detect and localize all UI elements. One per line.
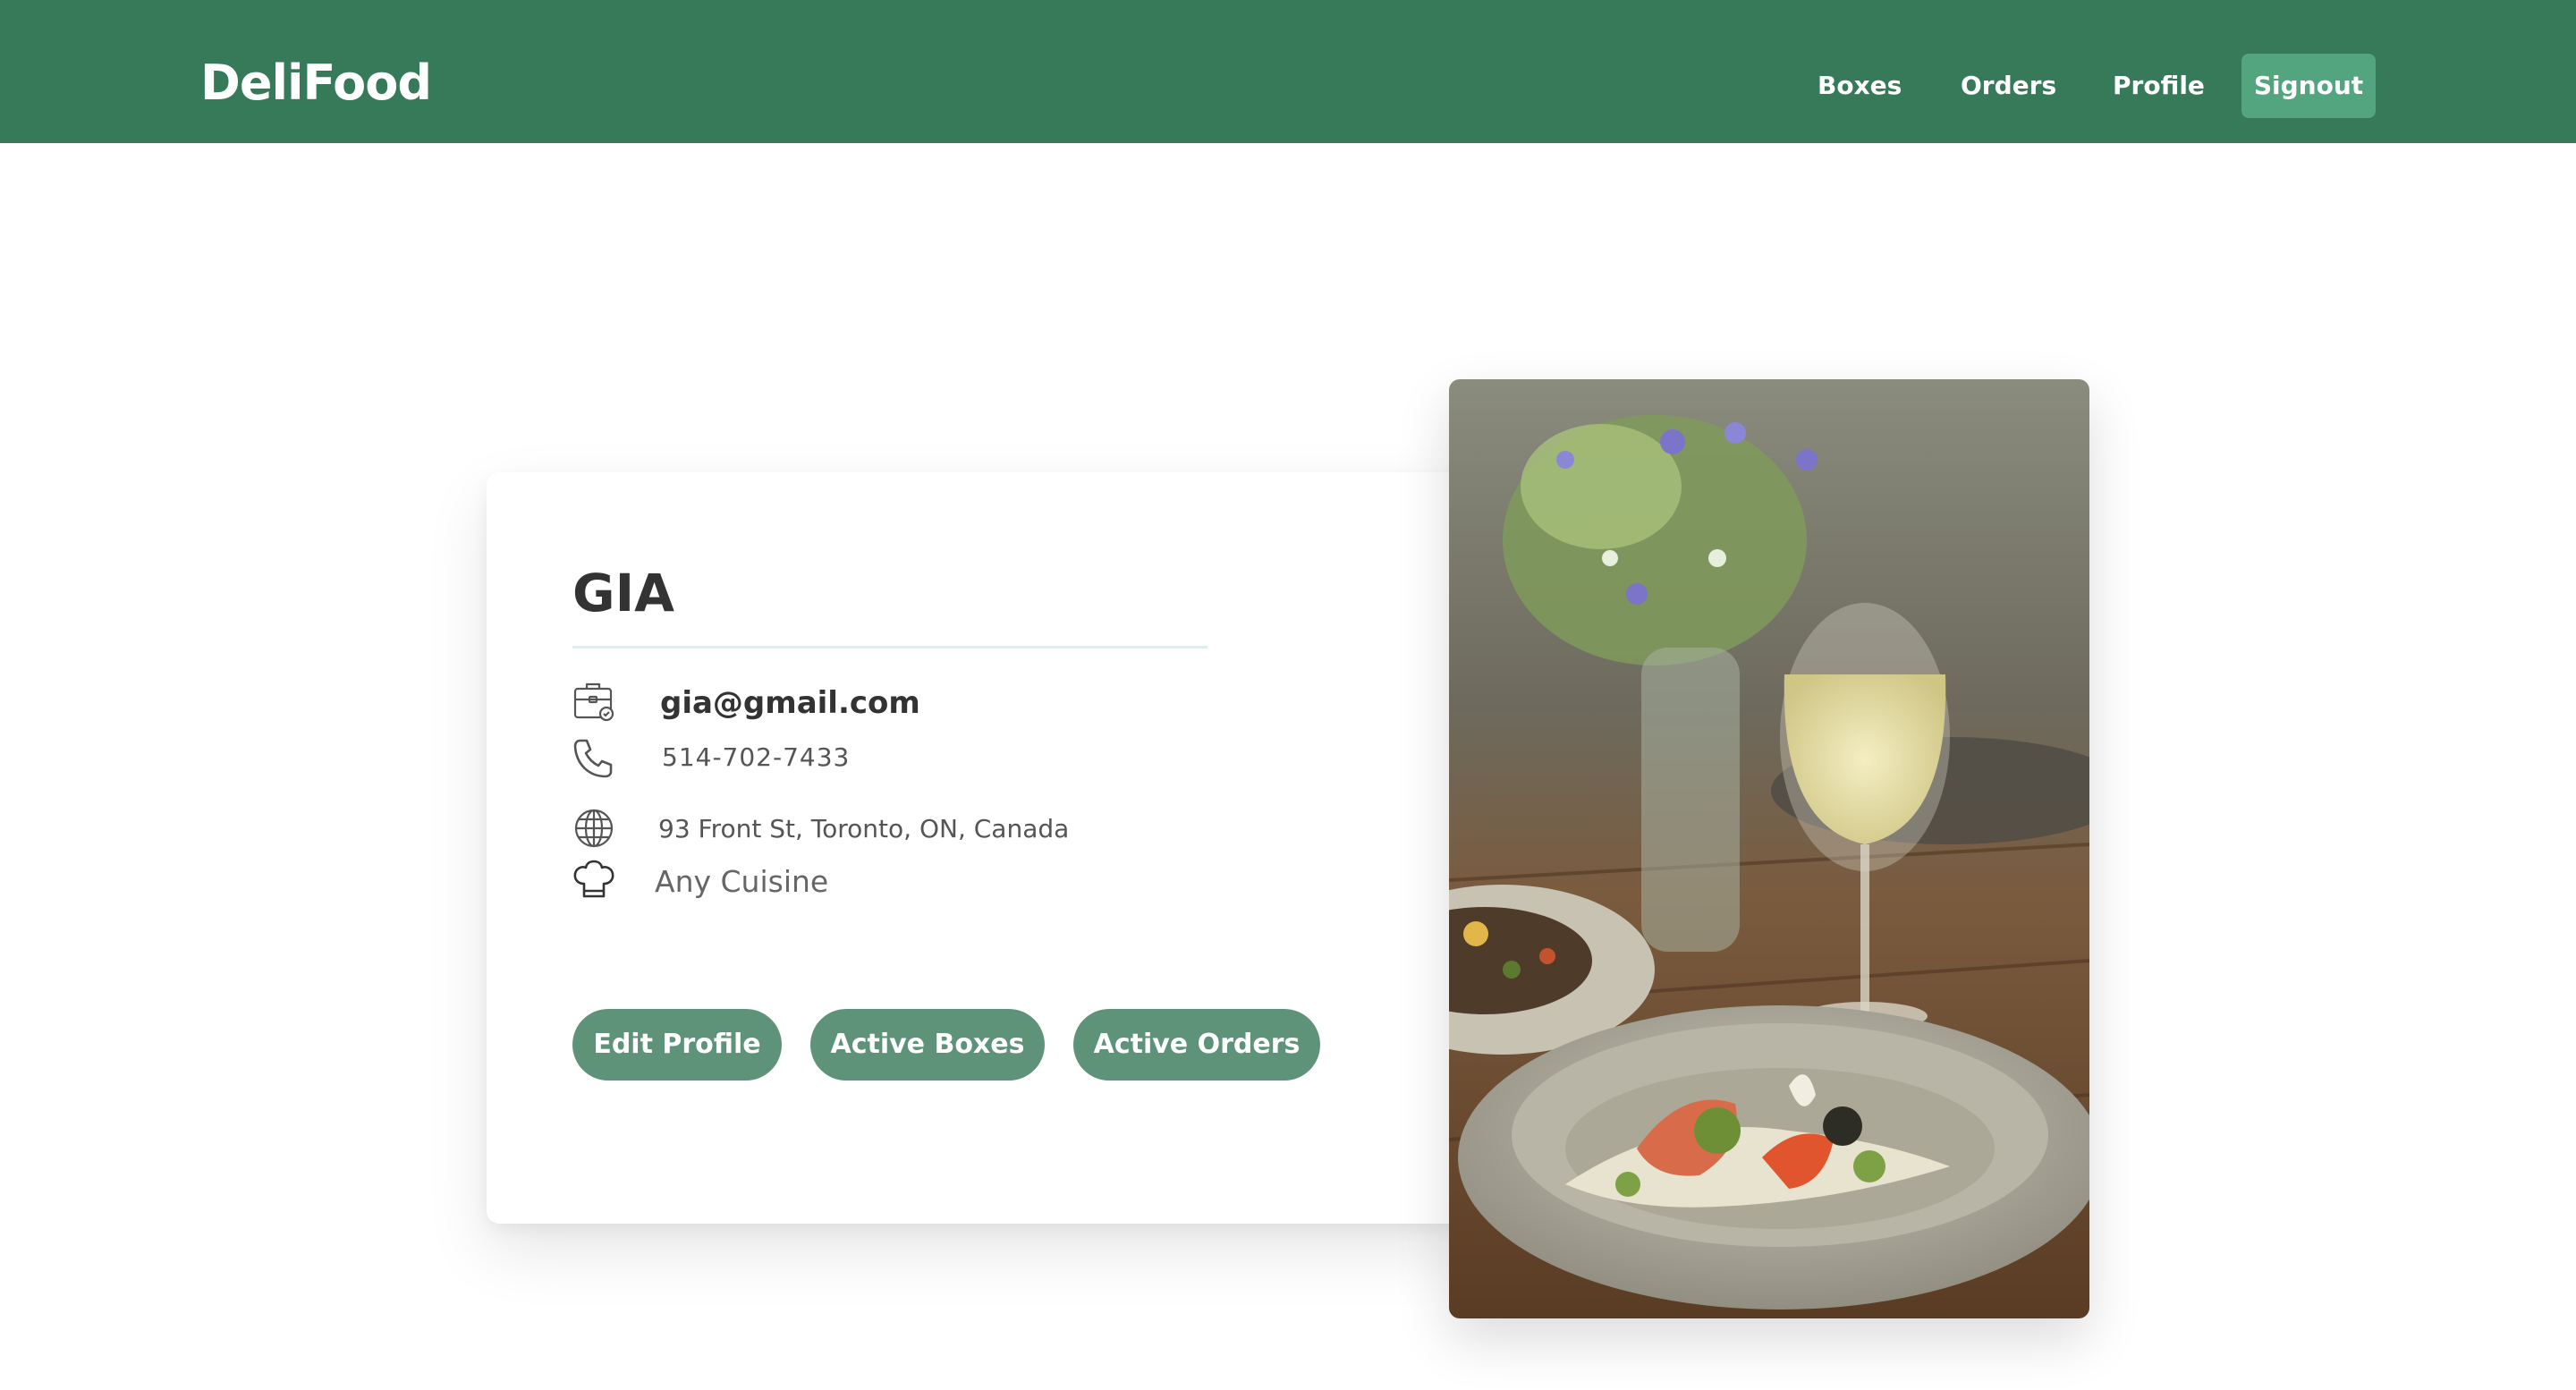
edit-profile-button[interactable]: Edit Profile <box>572 1009 782 1081</box>
profile-address: 93 Front St, Toronto, ON, Canada <box>658 814 1070 843</box>
briefcase-icon <box>571 678 617 725</box>
profile-email: gia@gmail.com <box>660 685 920 721</box>
profile-phone: 514-702-7433 <box>662 742 851 772</box>
nav-link-profile[interactable]: Profile <box>2113 63 2205 109</box>
active-boxes-button[interactable]: Active Boxes <box>810 1009 1045 1081</box>
phone-icon <box>571 735 617 782</box>
navbar: DeliFood Boxes Orders Profile Signout <box>0 0 2576 143</box>
active-orders-button[interactable]: Active Orders <box>1073 1009 1320 1081</box>
food-photo <box>1449 379 2089 1318</box>
nav-link-orders[interactable]: Orders <box>1961 63 2056 109</box>
chef-hat-icon <box>571 857 617 903</box>
brand-logo[interactable]: DeliFood <box>200 52 432 114</box>
profile-cuisine: Any Cuisine <box>655 864 829 899</box>
profile-card: GIA gia@gmail.com 514-702-7433 93 Front … <box>487 472 1470 1224</box>
profile-name: GIA <box>572 563 675 623</box>
name-divider <box>572 646 1208 648</box>
signout-button[interactable]: Signout <box>2241 54 2376 118</box>
globe-icon <box>571 805 617 852</box>
nav-link-boxes[interactable]: Boxes <box>1818 63 1902 109</box>
